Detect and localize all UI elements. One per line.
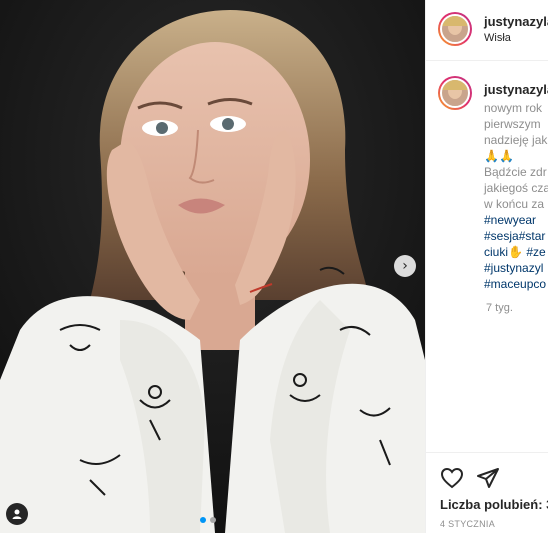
caption-line: pierwszym: [484, 117, 541, 131]
caption-username[interactable]: justynazyla: [484, 82, 548, 97]
hashtag-link[interactable]: ciuki✋ #ze: [484, 244, 548, 260]
carousel-next-button[interactable]: ›: [394, 255, 416, 277]
hashtag-link[interactable]: #newyear: [484, 212, 548, 228]
paper-plane-icon[interactable]: [476, 466, 500, 490]
caption-avatar[interactable]: [438, 76, 472, 110]
carousel-dot: [210, 517, 216, 523]
caption-line: w końcu za: [484, 197, 545, 211]
caption-line: nadzieję jak: [484, 133, 548, 147]
caption-line: jakiegoś cza: [484, 181, 548, 195]
hashtag-link[interactable]: #sesja#star: [484, 228, 548, 244]
post-photo[interactable]: ›: [0, 0, 425, 533]
likes-count[interactable]: Liczba polubień: 3: [440, 497, 548, 512]
user-tag-icon: [12, 509, 22, 519]
header-username[interactable]: justynazyla: [484, 14, 548, 29]
caption-line: Bądźcie zdr: [484, 165, 547, 179]
chevron-right-icon: ›: [402, 258, 408, 274]
avatar[interactable]: [438, 12, 472, 46]
caption-line: 🙏🙏: [484, 149, 514, 163]
post-date: 4 STYCZNIA: [440, 519, 496, 529]
post-details-panel: justynazyla Wisła justynazyla nowym rok …: [425, 0, 548, 533]
hashtag-link[interactable]: #justynazyl: [484, 260, 548, 276]
heart-icon[interactable]: [440, 466, 464, 490]
post-header: justynazyla Wisła: [426, 0, 548, 61]
actions-bar: Liczba polubień: 3 4 STYCZNIA: [426, 452, 548, 533]
pray-emoji-icon: ✋: [508, 245, 523, 259]
caption-text: nowym rok pierwszym nadzieję jak 🙏🙏 Bądź…: [484, 100, 548, 292]
caption-line: nowym rok: [484, 101, 543, 115]
carousel-indicator: [200, 517, 216, 523]
portrait-image: [0, 0, 425, 533]
hashtag-link[interactable]: #maceupco: [484, 276, 548, 292]
carousel-dot-active: [200, 517, 206, 523]
tagged-users-button[interactable]: [6, 503, 28, 525]
location-link[interactable]: Wisła: [484, 32, 511, 44]
hashtag-text: ciuki: [484, 245, 509, 259]
time-ago[interactable]: 7 tyg.: [486, 302, 513, 314]
hashtag-text: #ze: [526, 245, 546, 259]
